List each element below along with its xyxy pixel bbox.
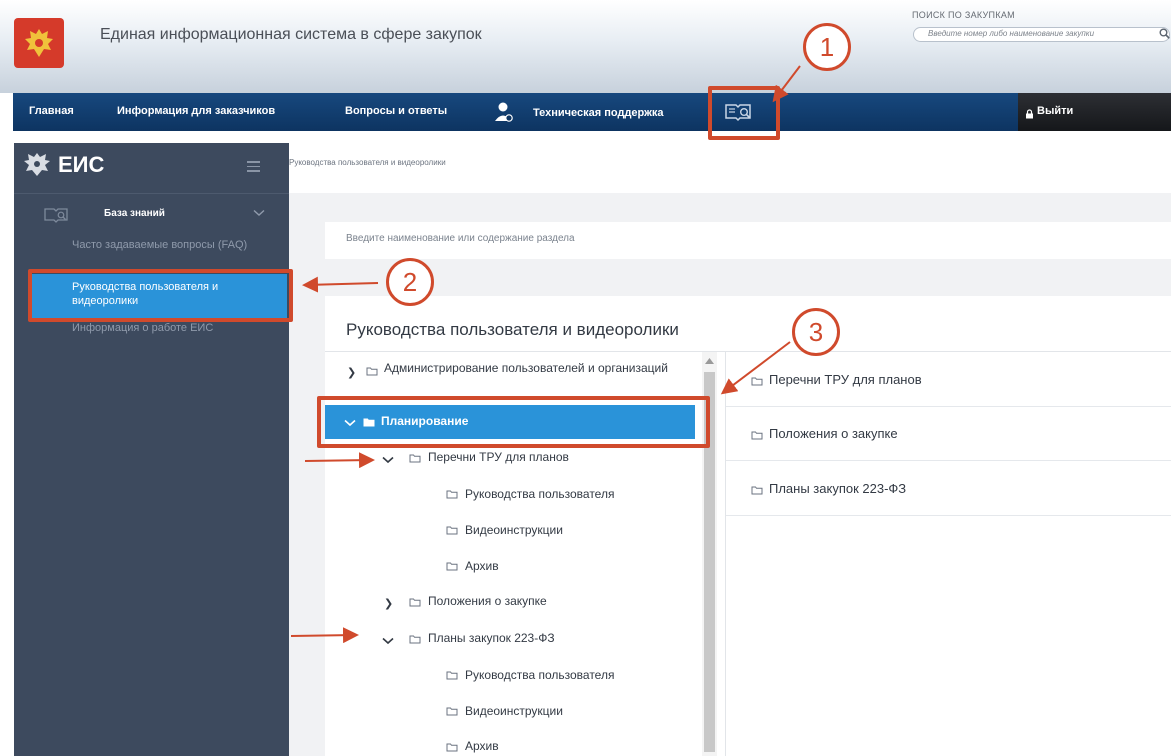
annotation-box-3	[317, 396, 710, 448]
annotation-box-1	[708, 86, 780, 140]
annotation-marker-1: 1	[803, 23, 851, 71]
annotation-box-2	[28, 269, 293, 322]
annotation-arrows	[290, 65, 801, 644]
annotation-marker-2: 2	[386, 258, 434, 306]
annotation-marker-3: 3	[792, 308, 840, 356]
